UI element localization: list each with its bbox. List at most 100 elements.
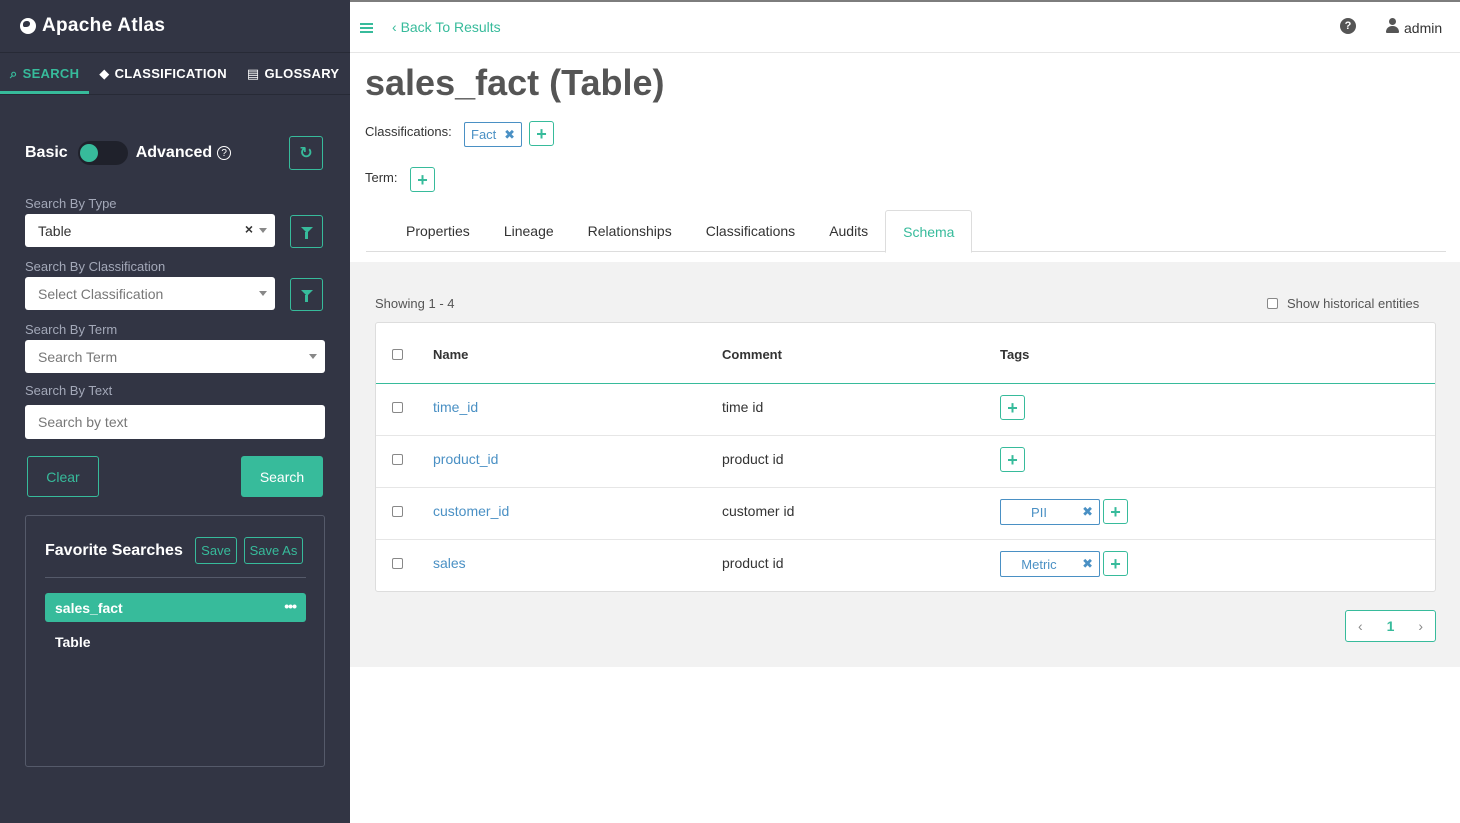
row-checkbox[interactable] [392,506,403,517]
add-tag-button[interactable]: + [1000,447,1025,472]
classification-filter-button[interactable] [290,278,323,311]
row-checkbox[interactable] [392,402,403,413]
favorite-item[interactable]: Table [55,634,91,650]
plus-icon: + [1110,553,1121,574]
remove-icon[interactable]: ✖ [504,127,515,143]
column-header-name[interactable]: Name [433,347,468,362]
chevron-right-icon[interactable]: › [1418,618,1423,634]
search-by-type-select[interactable]: Table × [25,214,275,247]
plus-icon: + [417,169,428,190]
plus-icon: + [1007,397,1018,418]
tab-classifications[interactable]: Classifications [689,210,812,252]
term-placeholder: Search Term [38,348,118,365]
tab-relationships[interactable]: Relationships [571,210,689,252]
classification-chip-label: Fact [471,127,497,142]
refresh-icon: ↻ [299,145,313,162]
row-checkbox[interactable] [392,454,403,465]
chevron-down-icon [259,291,267,296]
search-text-input[interactable]: Search by text [25,405,325,439]
remove-icon[interactable]: ✖ [1082,556,1093,572]
brand[interactable]: Apache Atlas [0,0,350,53]
column-name-link[interactable]: product_id [433,451,498,467]
pagination: ‹ 1 › [1345,610,1436,642]
table-header: Name Comment Tags [376,323,1435,384]
type-value: Table [38,222,72,239]
search-by-type-label: Search By Type [25,196,117,211]
search-mode-switch[interactable] [77,141,128,165]
table-row: time_id time id + [376,384,1435,436]
chevron-down-icon [259,228,267,233]
tag-chip-label: PII [1031,504,1047,520]
tab-glossary[interactable]: ▤ GLOSSARY [237,53,349,94]
tab-search[interactable]: ⌕ SEARCH [0,53,90,94]
tab-classification-label: CLASSIFICATION [114,66,227,81]
tab-audits[interactable]: Audits [812,210,885,252]
term-label: Term: [365,170,398,185]
checkbox[interactable] [1267,298,1278,309]
column-name-link[interactable]: time_id [433,399,478,415]
tab-classification[interactable]: ◆ CLASSIFICATION [89,53,237,94]
column-header-comment[interactable]: Comment [722,347,782,362]
tag-icon: ◆ [99,65,110,81]
sidebar-nav: ⌕ SEARCH ◆ CLASSIFICATION ▤ GLOSSARY [0,53,350,95]
top-bar: ‹ Back To Results ? admin [350,0,1460,53]
user-icon[interactable] [1386,18,1399,34]
search-by-term-label: Search By Term [25,322,118,337]
add-tag-button[interactable]: + [1103,551,1128,576]
table-row: customer_id customer id PII ✖ + [376,488,1435,540]
search-by-classification-select[interactable]: Select Classification [25,277,275,310]
chevron-down-icon [309,354,317,359]
tab-properties[interactable]: Properties [366,210,487,252]
column-comment: product id [722,555,784,571]
tag-chip[interactable]: Metric ✖ [1000,551,1100,577]
save-button[interactable]: Save [195,537,237,564]
question-circle-icon[interactable]: ? [217,146,232,160]
type-filter-button[interactable] [290,215,323,248]
tab-lineage[interactable]: Lineage [487,210,571,252]
chevron-left-icon[interactable]: ‹ [1358,618,1363,634]
sidebar: Apache Atlas ⌕ SEARCH ◆ CLASSIFICATION ▤… [0,0,350,823]
column-name-link[interactable]: sales [433,555,466,571]
search-button[interactable]: Search [241,456,323,497]
switch-knob [79,144,98,162]
back-to-results-link[interactable]: ‹ Back To Results [392,19,501,35]
clear-button[interactable]: Clear [27,456,99,497]
tag-chip[interactable]: PII ✖ [1000,499,1100,525]
column-header-tags[interactable]: Tags [1000,347,1029,362]
clear-icon[interactable]: × [245,221,253,237]
brand-title: Apache Atlas [42,15,166,36]
user-name[interactable]: admin [1404,20,1442,36]
add-term-button[interactable]: + [410,167,435,192]
show-historical-toggle[interactable]: Show historical entities [1267,296,1419,311]
favorite-item-active[interactable]: sales_fact ••• [45,593,306,622]
divider [45,577,306,578]
classifications-label: Classifications: [365,124,452,139]
add-tag-button[interactable]: + [1103,499,1128,524]
table-row: sales product id Metric ✖ + [376,540,1435,592]
more-options-icon[interactable]: ••• [284,598,297,614]
search-icon: ⌕ [10,65,18,81]
classification-placeholder: Select Classification [38,285,164,302]
select-all-checkbox[interactable] [392,349,403,360]
tab-schema[interactable]: Schema [885,210,973,253]
hamburger-menu-icon[interactable] [360,23,373,33]
back-label: Back To Results [400,19,501,35]
help-icon[interactable]: ? [1340,18,1356,34]
favorite-item-label: sales_fact [55,599,123,616]
column-comment: customer id [722,503,795,519]
save-as-button[interactable]: Save As [244,537,303,564]
current-page[interactable]: 1 [1387,618,1395,634]
page-title: sales_fact (Table) [365,62,665,103]
showing-count: Showing 1 - 4 [375,296,455,311]
classification-chip[interactable]: Fact ✖ [464,122,522,147]
basic-label: Basic [25,144,68,161]
search-mode-toggle-row: Basic Advanced ? [25,136,323,170]
add-tag-button[interactable]: + [1000,395,1025,420]
refresh-button[interactable]: ↻ [289,136,323,170]
column-name-link[interactable]: customer_id [433,503,509,519]
remove-icon[interactable]: ✖ [1082,504,1093,520]
folder-icon: ▤ [246,65,260,81]
add-classification-button[interactable]: + [529,121,554,146]
row-checkbox[interactable] [392,558,403,569]
search-by-term-select[interactable]: Search Term [25,340,325,373]
